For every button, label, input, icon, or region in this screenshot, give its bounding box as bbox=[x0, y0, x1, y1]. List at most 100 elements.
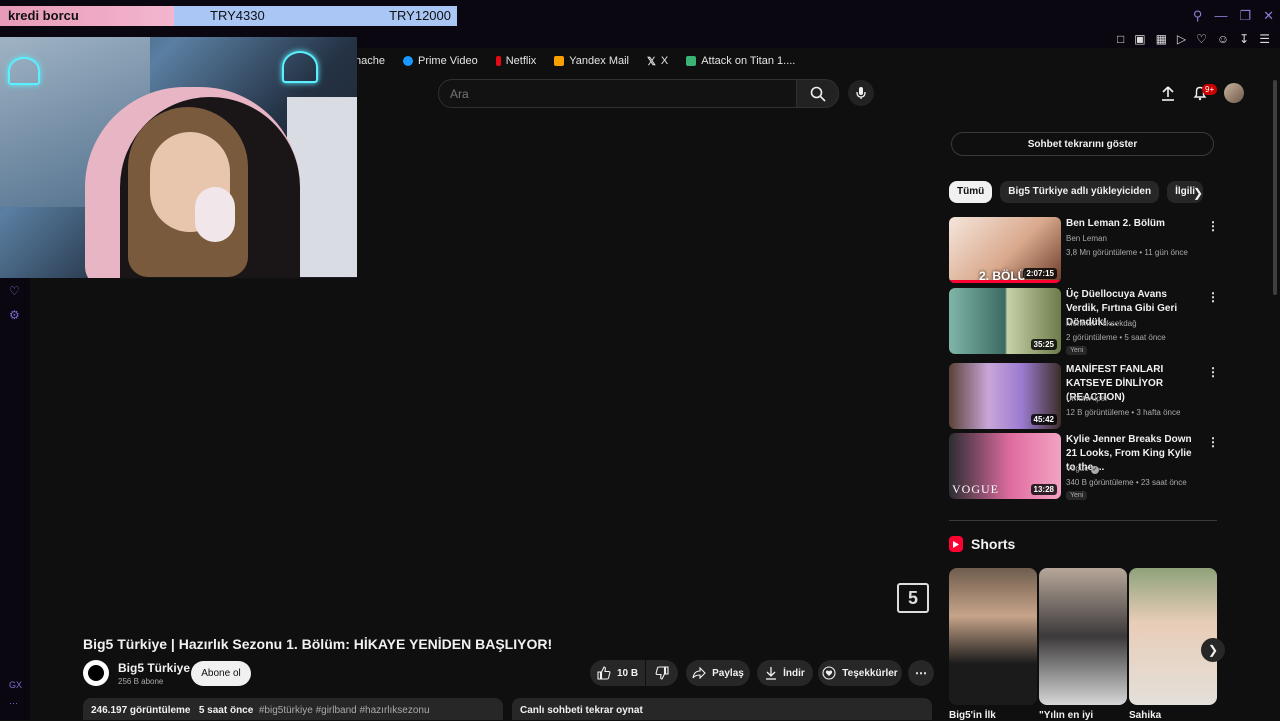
grid-icon[interactable]: ▦ bbox=[1156, 32, 1167, 46]
menu-icon[interactable]: ☰ bbox=[1259, 32, 1270, 46]
super-thanks-icon bbox=[822, 666, 836, 680]
more-icon[interactable]: ⋯ bbox=[9, 698, 22, 709]
bookmark-item[interactable]: Yandex Mail bbox=[554, 55, 629, 67]
subscriber-count: 256 B abone bbox=[118, 677, 164, 686]
thanks-button[interactable]: Teşekkürler bbox=[818, 660, 902, 686]
window-controls: ⚲ — ❐ ✕ bbox=[1193, 8, 1274, 24]
donation-label: kredi borcu bbox=[0, 6, 174, 26]
view-count: 246.197 görüntüleme bbox=[91, 705, 191, 716]
x-logo-icon: 𝕏 bbox=[646, 55, 656, 68]
microphone-icon bbox=[856, 87, 866, 99]
chip-all[interactable]: Tümü bbox=[949, 181, 993, 203]
play-icon[interactable]: ▷ bbox=[1177, 32, 1186, 46]
download-button[interactable]: İndir bbox=[757, 660, 813, 686]
recommendation-item[interactable]: 45:42 MANİFEST FANLARI KATSEYE DİNLİYOR … bbox=[949, 363, 1219, 429]
short-title[interactable]: Big5'in İlk bbox=[949, 710, 996, 721]
short-title[interactable]: "Yılın en iyi bbox=[1039, 710, 1093, 721]
minimize-icon[interactable]: — bbox=[1214, 8, 1227, 24]
watch-progress bbox=[949, 280, 1061, 283]
share-button[interactable]: Paylaş bbox=[686, 660, 750, 686]
upload-icon[interactable] bbox=[1160, 85, 1176, 101]
bookmark-item[interactable]: nache bbox=[355, 55, 385, 67]
new-badge: Yeni bbox=[1066, 346, 1088, 355]
bookmark-item[interactable]: Prime Video bbox=[402, 55, 478, 67]
channel-name[interactable]: Ben Leman bbox=[1066, 234, 1107, 243]
posted-time: 5 saat önce bbox=[198, 705, 254, 716]
video-duration: 13:28 bbox=[1030, 484, 1057, 495]
filter-chips: Tümü Big5 Türkiye adlı yükleyiciden İlgi… bbox=[949, 181, 1204, 203]
recommendation-item[interactable]: 35:25 Üç Düellocuya Avans Verdik, Fırtın… bbox=[949, 288, 1219, 355]
chip-from-uploader[interactable]: Big5 Türkiye adlı yükleyiciden bbox=[1000, 181, 1160, 203]
settings-icon[interactable]: ⚙ bbox=[9, 308, 20, 322]
download-icon bbox=[766, 667, 777, 680]
channel-name[interactable]: Mehmet Yüksekdağ bbox=[1066, 319, 1137, 328]
attack-on-titan-icon bbox=[686, 56, 697, 66]
video-duration: 35:25 bbox=[1030, 339, 1057, 350]
video-title[interactable]: Ben Leman 2. Bölüm bbox=[1066, 217, 1202, 231]
subscribe-button[interactable]: Abone ol bbox=[191, 661, 251, 686]
bookmark-item[interactable]: Attack on Titan 1.... bbox=[686, 55, 795, 67]
search-icon[interactable]: ⚲ bbox=[1193, 8, 1203, 24]
more-options-icon[interactable]: ⋮ bbox=[1207, 435, 1219, 449]
screenshot-icon[interactable]: ▣ bbox=[1134, 32, 1145, 46]
live-chat-replay[interactable]: Canlı sohbeti tekrar oynat bbox=[512, 698, 932, 720]
short-thumbnail[interactable] bbox=[949, 568, 1037, 705]
heart-icon[interactable]: ♡ bbox=[1196, 32, 1207, 46]
search-button[interactable] bbox=[796, 79, 839, 108]
video-meta: 340 B görüntüleme • 23 saat önce bbox=[1066, 478, 1187, 487]
video-meta: 3,8 Mn görüntüleme • 11 gün önce bbox=[1066, 248, 1188, 257]
video-meta: 12 B görüntüleme • 3 hafta önce bbox=[1066, 408, 1181, 417]
short-thumbnail[interactable] bbox=[1129, 568, 1217, 705]
more-options-icon[interactable]: ⋮ bbox=[1207, 290, 1219, 304]
account-avatar[interactable] bbox=[1224, 83, 1244, 103]
more-options-icon[interactable]: ⋮ bbox=[1207, 219, 1219, 233]
donation-current: TRY4330 bbox=[210, 8, 265, 23]
search-input[interactable] bbox=[439, 80, 791, 108]
channel-name[interactable]: Big5 Türkiye bbox=[118, 661, 190, 675]
shorts-heading: Shorts bbox=[949, 536, 1015, 552]
channel-name[interactable]: Vogue ✓ bbox=[1066, 464, 1099, 474]
voice-search-button[interactable] bbox=[848, 80, 874, 106]
hashtags[interactable]: #big5türkiye #girlband #hazırlıksezonu bbox=[259, 705, 430, 716]
video-thumbnail[interactable]: 35:25 bbox=[949, 288, 1061, 354]
short-thumbnail[interactable] bbox=[1039, 568, 1127, 705]
donation-goal-bar: kredi borcu TRY4330 TRY12000 bbox=[0, 6, 457, 26]
shorts-next-button[interactable]: ❯ bbox=[1201, 638, 1225, 662]
thumbs-up-icon bbox=[597, 666, 611, 680]
channel-avatar[interactable] bbox=[83, 660, 109, 686]
like-button[interactable]: 10 B bbox=[590, 660, 645, 686]
recommendation-item[interactable]: VOGUE 13:28 Kylie Jenner Breaks Down 21 … bbox=[949, 433, 1219, 500]
new-badge: Yeni bbox=[1066, 491, 1088, 500]
download-icon[interactable]: ↧ bbox=[1239, 32, 1249, 46]
shorts-icon bbox=[949, 536, 963, 552]
search-box[interactable] bbox=[438, 79, 798, 108]
short-title[interactable]: Sahika bbox=[1129, 710, 1161, 721]
webcam-overlay bbox=[0, 37, 357, 278]
close-icon[interactable]: ✕ bbox=[1263, 8, 1274, 24]
video-thumbnail[interactable]: 45:42 bbox=[949, 363, 1061, 429]
description-box[interactable]: 246.197 görüntüleme 5 saat önce #big5tür… bbox=[83, 698, 503, 720]
vogue-logo: VOGUE bbox=[952, 482, 999, 496]
page-scrollbar[interactable] bbox=[1273, 80, 1277, 295]
recommendation-item[interactable]: 2. BÖLÜ 2:07:15 Ben Leman 2. Bölüm Ben L… bbox=[949, 217, 1219, 283]
bookmark-icon[interactable]: □ bbox=[1117, 32, 1124, 46]
gx-icon[interactable]: GX bbox=[9, 680, 22, 690]
channel-name[interactable]: UmutvAlper bbox=[1066, 394, 1108, 403]
extension-toolbar: □ ▣ ▦ ▷ ♡ ☺ ↧ ☰ bbox=[1117, 32, 1270, 46]
video-thumbnail[interactable]: 2. BÖLÜ 2:07:15 bbox=[949, 217, 1061, 283]
video-meta: 2 görüntüleme • 5 saat önce bbox=[1066, 333, 1166, 342]
extension-icon[interactable]: ♡ bbox=[9, 284, 20, 298]
more-actions-button[interactable]: ⋯ bbox=[908, 660, 934, 686]
show-chat-replay-button[interactable]: Sohbet tekrarını göster bbox=[951, 132, 1214, 156]
dislike-button[interactable] bbox=[646, 660, 678, 686]
jellyfish-lamp-icon bbox=[8, 57, 40, 85]
bookmark-item[interactable]: Netflix bbox=[495, 55, 536, 67]
video-thumbnail[interactable]: VOGUE 13:28 bbox=[949, 433, 1061, 499]
chevron-right-icon[interactable]: ❯ bbox=[1193, 186, 1203, 200]
profile-icon[interactable]: ☺ bbox=[1217, 32, 1229, 46]
more-options-icon[interactable]: ⋮ bbox=[1207, 365, 1219, 379]
bookmark-item[interactable]: 𝕏X bbox=[647, 55, 668, 68]
restore-icon[interactable]: ❐ bbox=[1239, 8, 1251, 24]
notification-badge: 9+ bbox=[1202, 84, 1218, 95]
channel-watermark[interactable]: 5 bbox=[897, 583, 929, 613]
